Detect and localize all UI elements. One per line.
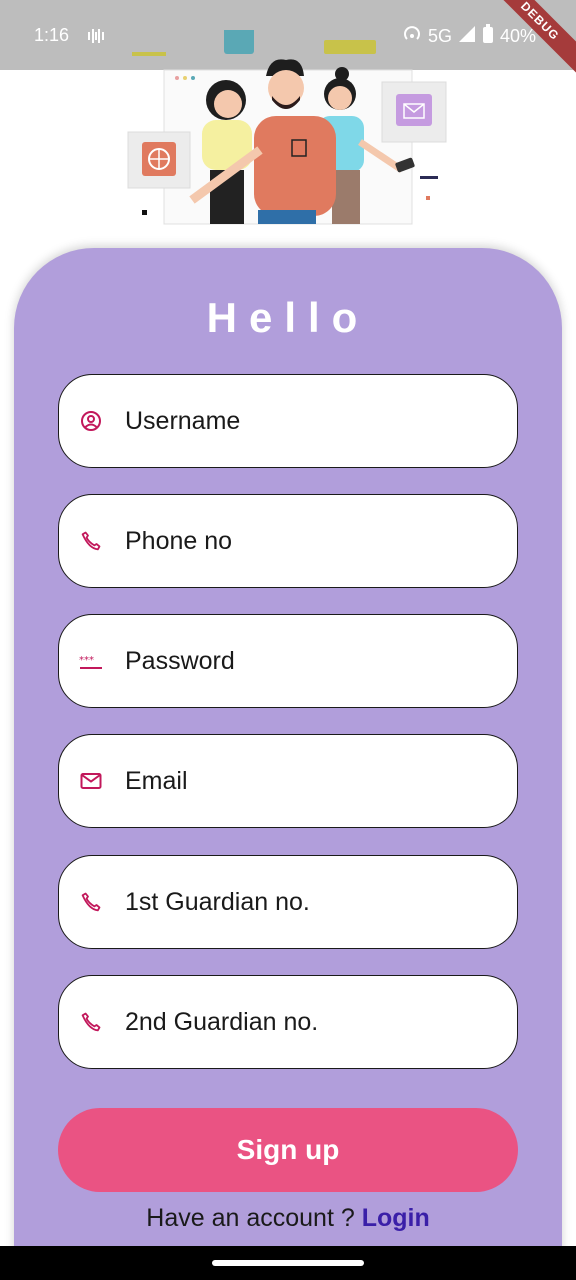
svg-text:***: *** (79, 655, 94, 666)
home-gesture-handle[interactable] (212, 1260, 364, 1266)
login-prompt-text: Have an account ? (146, 1204, 355, 1232)
password-input[interactable] (125, 646, 485, 676)
guardian2-input[interactable] (125, 1007, 485, 1037)
phone-input[interactable] (125, 526, 485, 556)
username-input[interactable] (125, 406, 485, 436)
account-circle-icon (79, 409, 103, 433)
email-input[interactable] (125, 766, 485, 796)
vibrate-icon (86, 26, 106, 51)
email-icon (79, 769, 103, 793)
signup-button[interactable]: Sign up (58, 1108, 518, 1192)
card-title: Hello (206, 294, 370, 341)
battery-level: 40% (499, 26, 536, 46)
guardian2-field[interactable] (58, 975, 518, 1069)
phone-icon (79, 890, 103, 914)
signup-card: Hello *** Sign up (14, 248, 562, 1258)
battery-icon (482, 24, 494, 49)
guardian1-field[interactable] (58, 855, 518, 949)
login-link[interactable]: Login (362, 1204, 430, 1232)
phone-icon (79, 1010, 103, 1034)
signal-icon (458, 25, 476, 48)
login-prompt-line: Have an account ? Login (14, 1204, 562, 1233)
guardian1-input[interactable] (125, 887, 485, 917)
team-illustration (120, 26, 460, 230)
phone-icon (79, 529, 103, 553)
email-field[interactable] (58, 734, 518, 828)
password-icon: *** (79, 649, 103, 673)
navigation-bar (0, 1246, 576, 1280)
status-time: 1:16 (34, 25, 70, 45)
password-field[interactable]: *** (58, 614, 518, 708)
phone-field[interactable] (58, 494, 518, 588)
username-field[interactable] (58, 374, 518, 468)
